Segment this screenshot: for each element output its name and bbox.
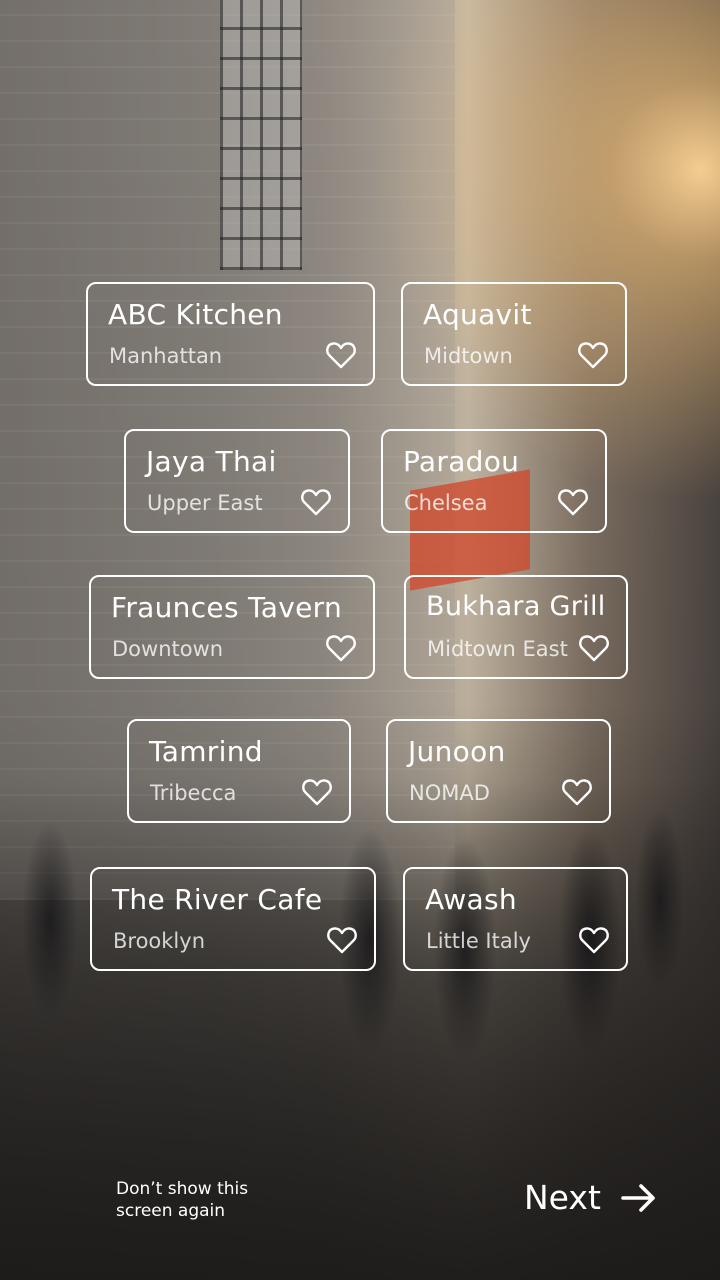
dont-show-again-link[interactable]: Don’t show this screen again: [116, 1178, 286, 1222]
restaurant-name: Jaya Thai: [146, 445, 277, 478]
restaurant-name: ABC Kitchen: [108, 298, 283, 331]
restaurant-card[interactable]: Tamrind Tribecca: [127, 719, 351, 823]
restaurant-area: Brooklyn: [113, 929, 206, 953]
heart-icon[interactable]: [300, 487, 332, 517]
dont-show-line-2: screen again: [116, 1201, 226, 1221]
heart-icon[interactable]: [557, 487, 589, 517]
restaurant-card[interactable]: ABC Kitchen Manhattan: [86, 282, 375, 386]
restaurant-name: Junoon: [408, 735, 506, 768]
restaurant-area: NOMAD: [409, 781, 490, 805]
restaurant-name: The River Cafe: [112, 883, 323, 916]
arrow-right-icon: [621, 1183, 657, 1213]
heart-icon[interactable]: [326, 925, 358, 955]
restaurant-card[interactable]: Bukhara Grill Midtown East: [404, 575, 628, 679]
restaurant-area: Midtown East: [427, 637, 568, 661]
restaurant-card[interactable]: Fraunces Tavern Downtown: [89, 575, 375, 679]
heart-icon[interactable]: [578, 925, 610, 955]
restaurant-card[interactable]: Awash Little Italy: [403, 867, 628, 971]
heart-icon[interactable]: [325, 340, 357, 370]
restaurant-name: Bukhara Grill: [426, 591, 606, 622]
restaurant-area: Downtown: [112, 637, 224, 661]
restaurant-name: Aquavit: [423, 298, 532, 331]
restaurant-name: Paradou: [403, 445, 520, 478]
next-button[interactable]: Next: [524, 1178, 657, 1217]
restaurant-area: Manhattan: [109, 344, 223, 368]
heart-icon[interactable]: [578, 633, 610, 663]
restaurant-area: Upper East: [147, 491, 263, 515]
restaurant-name: Awash: [425, 883, 517, 916]
next-label: Next: [524, 1178, 601, 1217]
restaurant-area: Chelsea: [404, 491, 488, 515]
restaurant-area: Tribecca: [150, 781, 237, 805]
heart-icon[interactable]: [325, 633, 357, 663]
restaurant-card[interactable]: Aquavit Midtown: [401, 282, 627, 386]
building-window: [220, 0, 302, 270]
restaurant-name: Fraunces Tavern: [111, 591, 343, 624]
restaurant-card[interactable]: Junoon NOMAD: [386, 719, 611, 823]
restaurant-card[interactable]: Jaya Thai Upper East: [124, 429, 350, 533]
restaurant-area: Little Italy: [426, 929, 531, 953]
heart-icon[interactable]: [561, 777, 593, 807]
heart-icon[interactable]: [301, 777, 333, 807]
heart-icon[interactable]: [577, 340, 609, 370]
dont-show-line-1: Don’t show this: [116, 1179, 249, 1199]
restaurant-name: Tamrind: [149, 735, 263, 768]
restaurant-area: Midtown: [424, 344, 513, 368]
restaurant-card[interactable]: The River Cafe Brooklyn: [90, 867, 376, 971]
restaurant-card[interactable]: Paradou Chelsea: [381, 429, 607, 533]
